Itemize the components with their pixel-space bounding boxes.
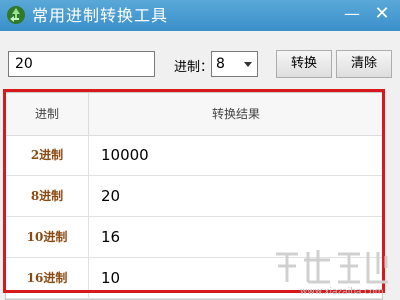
watermark-text: www.xiazaiba.com	[300, 287, 384, 297]
header-result: 转换结果	[211, 107, 260, 121]
chevron-down-icon	[244, 62, 252, 67]
convert-button[interactable]: 转换	[276, 50, 332, 78]
table-header: 进制 转换结果	[6, 93, 382, 136]
close-button[interactable]: ✕	[370, 3, 394, 25]
row-base: 10进制	[6, 217, 89, 257]
row-value: 20	[101, 187, 121, 205]
recycle-arrows-icon	[7, 6, 25, 24]
base-select[interactable]: 8	[211, 51, 258, 77]
row-base: 8进制	[6, 176, 89, 216]
number-input[interactable]	[8, 51, 155, 77]
header-base: 进制	[6, 93, 89, 135]
row-value: 16	[101, 228, 121, 246]
title-bar: 常用进制转换工具 — ✕	[0, 0, 400, 31]
base-select-value: 8	[216, 56, 225, 72]
row-base: 16进制	[6, 258, 89, 298]
table-row[interactable]: 8进制 20	[6, 176, 382, 217]
clear-button[interactable]: 清除	[336, 50, 392, 78]
window-title: 常用进制转换工具	[32, 6, 169, 25]
table-row[interactable]: 2进制 10000	[6, 135, 382, 176]
row-value: 10	[101, 269, 121, 287]
row-value: 10000	[101, 146, 149, 164]
minimize-button[interactable]: —	[340, 3, 364, 25]
row-base: 2进制	[6, 135, 89, 175]
base-label: 进制：	[174, 60, 214, 75]
